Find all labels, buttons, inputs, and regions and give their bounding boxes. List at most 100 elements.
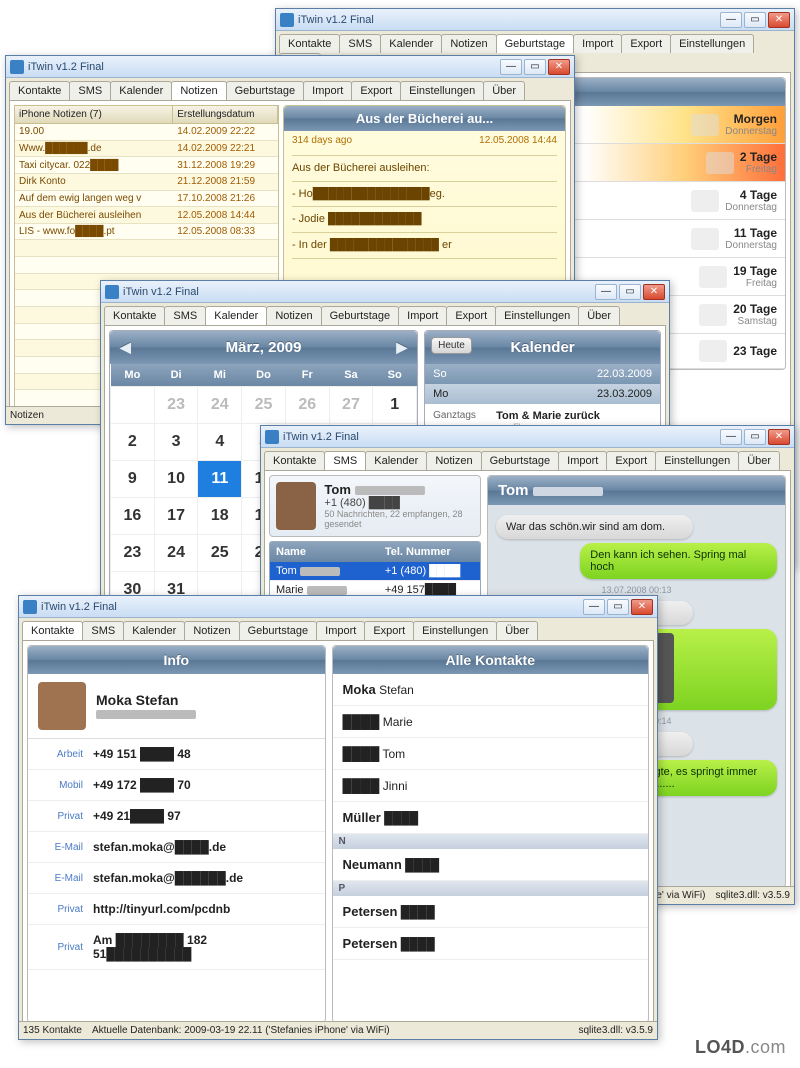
tab-export[interactable]: Export	[351, 81, 401, 100]
tab-import[interactable]: Import	[316, 621, 365, 640]
calendar-day[interactable]: 4	[198, 424, 242, 461]
calendar-day[interactable]: 25	[242, 387, 286, 424]
date-row[interactable]: Mo23.03.2009	[425, 384, 660, 404]
tab-sms[interactable]: SMS	[82, 621, 124, 640]
note-row[interactable]: LIS - www.fo████.pt12.05.2008 08:33	[15, 224, 278, 241]
tab-kalender[interactable]: Kalender	[380, 34, 442, 53]
calendar-day[interactable]: 24	[198, 387, 242, 424]
contact-list-item[interactable]: Petersen ████	[333, 928, 648, 960]
tab-geburtstage[interactable]: Geburtstage	[239, 621, 318, 640]
calendar-day[interactable]	[111, 387, 155, 424]
tab-kalender[interactable]: Kalender	[365, 451, 427, 470]
close-button[interactable]: ✕	[548, 59, 570, 75]
note-row[interactable]: Auf dem ewig langen weg v17.10.2008 21:2…	[15, 191, 278, 208]
tab-notizen[interactable]: Notizen	[184, 621, 239, 640]
titlebar[interactable]: iTwin v1.2 Final — ▭ ✕	[6, 56, 574, 78]
tab-kontakte[interactable]: Kontakte	[22, 621, 83, 640]
close-button[interactable]: ✕	[631, 599, 653, 615]
calendar-day[interactable]: 26	[285, 387, 329, 424]
minimize-button[interactable]: —	[720, 429, 742, 445]
tab-notizen[interactable]: Notizen	[171, 81, 226, 100]
today-button[interactable]: Heute	[431, 337, 472, 354]
minimize-button[interactable]: —	[500, 59, 522, 75]
tab-kontakte[interactable]: Kontakte	[264, 451, 325, 470]
maximize-button[interactable]: ▭	[607, 599, 629, 615]
titlebar[interactable]: iTwin v1.2 Final — ▭ ✕	[101, 281, 669, 303]
calendar-day[interactable]: 23	[111, 535, 155, 572]
tab-geburtstage[interactable]: Geburtstage	[321, 306, 400, 325]
contact-list-item[interactable]: ████ Marie	[333, 706, 648, 738]
maximize-button[interactable]: ▭	[619, 284, 641, 300]
sms-contact-row[interactable]: Tom +1 (480) ████	[270, 562, 480, 581]
note-row[interactable]: Www.██████.de14.02.2009 22:21	[15, 141, 278, 158]
calendar-day[interactable]: 2	[111, 424, 155, 461]
tab-import[interactable]: Import	[573, 34, 622, 53]
maximize-button[interactable]: ▭	[524, 59, 546, 75]
contact-list-item[interactable]: ████ Tom	[333, 738, 648, 770]
note-row[interactable]: Taxi citycar. 022████31.12.2008 19:29	[15, 157, 278, 174]
tab-sms[interactable]: SMS	[339, 34, 381, 53]
minimize-button[interactable]: —	[583, 599, 605, 615]
date-row[interactable]: So22.03.2009	[425, 364, 660, 384]
close-button[interactable]: ✕	[768, 429, 790, 445]
calendar-day[interactable]: 18	[198, 498, 242, 535]
tab-sms[interactable]: SMS	[164, 306, 206, 325]
maximize-button[interactable]: ▭	[744, 429, 766, 445]
titlebar[interactable]: iTwin v1.2 Final — ▭ ✕	[276, 9, 794, 31]
chat-bubble-out[interactable]: Den kann ich sehen. Spring mal hoch	[580, 543, 777, 579]
calendar-day[interactable]: 9	[111, 461, 155, 498]
tab-kalender[interactable]: Kalender	[205, 306, 267, 325]
maximize-button[interactable]: ▭	[744, 12, 766, 28]
calendar-day[interactable]: 27	[329, 387, 373, 424]
tab-kalender[interactable]: Kalender	[123, 621, 185, 640]
tab-notizen[interactable]: Notizen	[426, 451, 481, 470]
calendar-day[interactable]: 23	[154, 387, 198, 424]
titlebar[interactable]: iTwin v1.2 Final — ▭ ✕	[261, 426, 794, 448]
tab-export[interactable]: Export	[364, 621, 414, 640]
tab-sms[interactable]: SMS	[69, 81, 111, 100]
tab-import[interactable]: Import	[398, 306, 447, 325]
tab-uber[interactable]: Über	[738, 451, 780, 470]
next-month-button[interactable]: ▶	[396, 339, 407, 356]
contact-list-item[interactable]: Neumann ████	[333, 849, 648, 881]
tab-einstellungen[interactable]: Einstellungen	[655, 451, 739, 470]
note-row[interactable]: Aus der Bücherei ausleihen12.05.2008 14:…	[15, 207, 278, 224]
calendar-day[interactable]: 3	[154, 424, 198, 461]
tab-export[interactable]: Export	[606, 451, 656, 470]
calendar-day[interactable]: 17	[154, 498, 198, 535]
tab-sms[interactable]: SMS	[324, 451, 366, 470]
calendar-day[interactable]: 1	[373, 387, 417, 424]
tab-uber[interactable]: Über	[483, 81, 525, 100]
titlebar[interactable]: iTwin v1.2 Final — ▭ ✕	[19, 596, 657, 618]
chat-bubble-in[interactable]: War das schön.wir sind am dom.	[496, 515, 693, 539]
tab-einstellungen[interactable]: Einstellungen	[400, 81, 484, 100]
calendar-day[interactable]: 25	[198, 535, 242, 572]
tab-kontakte[interactable]: Kontakte	[104, 306, 165, 325]
tab-export[interactable]: Export	[621, 34, 671, 53]
calendar-day[interactable]: 11	[198, 461, 242, 498]
prev-month-button[interactable]: ◀	[120, 339, 131, 356]
tab-uber[interactable]: Über	[578, 306, 620, 325]
calendar-day[interactable]: 24	[154, 535, 198, 572]
tab-uber[interactable]: Über	[496, 621, 538, 640]
tab-export[interactable]: Export	[446, 306, 496, 325]
tab-notizen[interactable]: Notizen	[441, 34, 496, 53]
calendar-day[interactable]: 10	[154, 461, 198, 498]
tab-import[interactable]: Import	[303, 81, 352, 100]
close-button[interactable]: ✕	[768, 12, 790, 28]
contact-list-item[interactable]: Moka Stefan	[333, 674, 648, 706]
tab-einstellungen[interactable]: Einstellungen	[413, 621, 497, 640]
col-date[interactable]: Erstellungsdatum	[173, 106, 278, 124]
tab-einstellungen[interactable]: Einstellungen	[495, 306, 579, 325]
contact-list-item[interactable]: Müller ████	[333, 802, 648, 834]
minimize-button[interactable]: —	[720, 12, 742, 28]
close-button[interactable]: ✕	[643, 284, 665, 300]
tab-einstellungen[interactable]: Einstellungen	[670, 34, 754, 53]
tab-geburtstage[interactable]: Geburtstage	[481, 451, 560, 470]
col-number[interactable]: Tel. Nummer	[379, 542, 480, 562]
contact-list-item[interactable]: Petersen ████	[333, 896, 648, 928]
col-title[interactable]: iPhone Notizen (7)	[15, 106, 173, 124]
tab-geburtstage[interactable]: Geburtstage	[226, 81, 305, 100]
tab-kalender[interactable]: Kalender	[110, 81, 172, 100]
tab-kontakte[interactable]: Kontakte	[9, 81, 70, 100]
